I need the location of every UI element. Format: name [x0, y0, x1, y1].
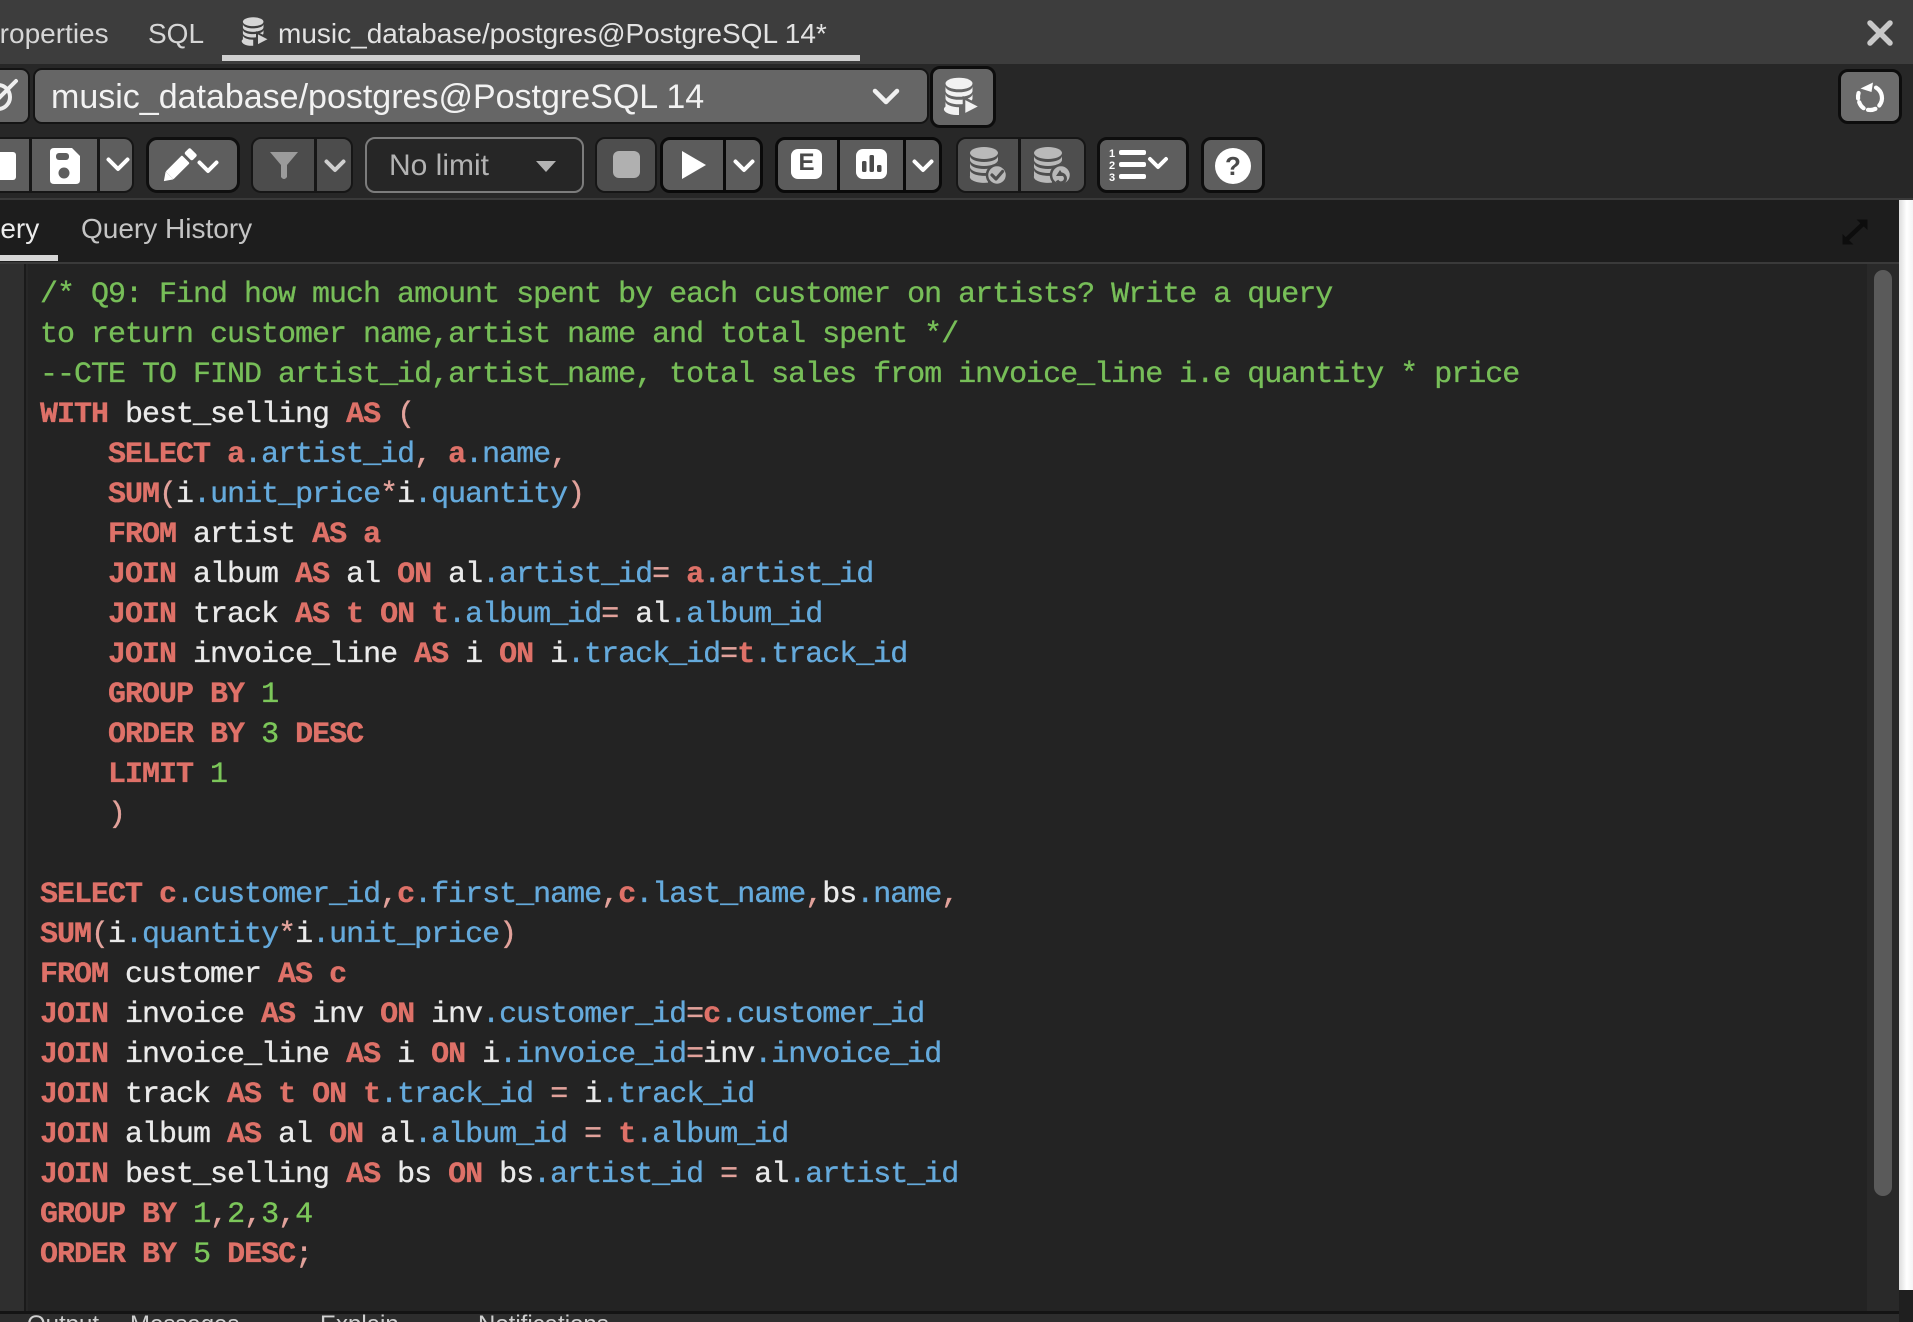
svg-text:1: 1 — [1109, 148, 1115, 160]
svg-text:3: 3 — [1109, 172, 1115, 182]
svg-text:2: 2 — [1109, 160, 1115, 172]
